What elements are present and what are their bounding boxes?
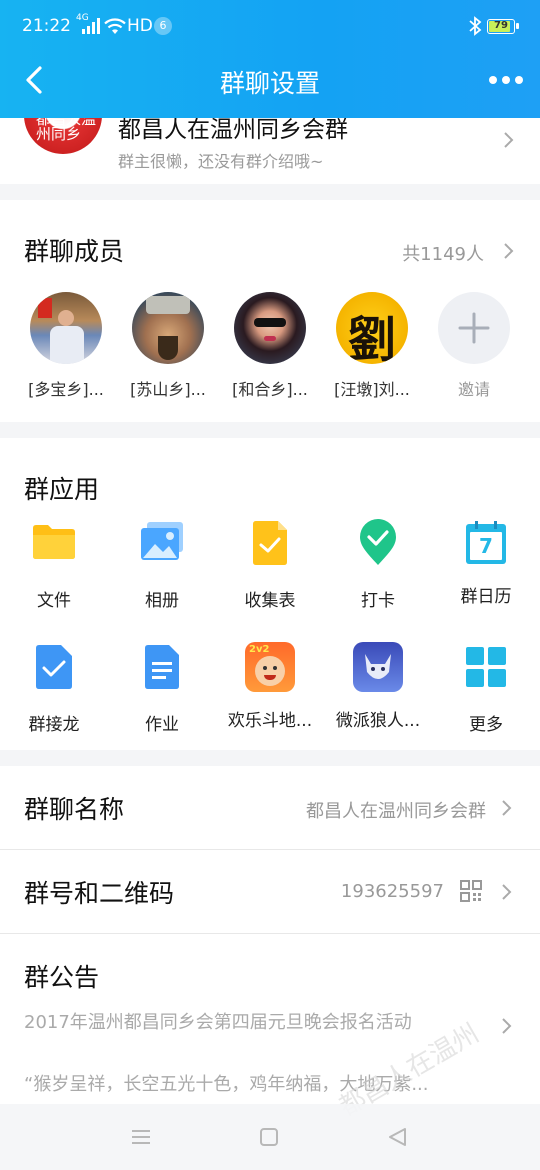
plus-icon bbox=[458, 312, 490, 344]
app-label: 文件 bbox=[37, 591, 71, 611]
members-section: 群聊成员 共1149人 [多宝乡]... [苏山乡]... [和合乡]... 劉… bbox=[0, 200, 540, 422]
member-name: [多宝乡]... bbox=[28, 380, 104, 399]
hd-indicator: HD bbox=[127, 16, 153, 36]
member-avatar bbox=[30, 292, 102, 364]
app-label: 更多 bbox=[469, 715, 503, 735]
group-name: 都昌人在温州同乡会群 bbox=[118, 118, 348, 143]
member-count[interactable]: 共1149人 bbox=[402, 240, 484, 266]
battery-level: 79 bbox=[494, 20, 508, 31]
member-item[interactable]: [苏山乡]... bbox=[118, 292, 218, 400]
group-id-row[interactable]: 群号和二维码 193625597 bbox=[0, 850, 540, 934]
app-calendar[interactable]: 7 群日历 bbox=[432, 518, 540, 607]
system-nav-bar bbox=[0, 1104, 540, 1170]
folder-icon bbox=[33, 525, 75, 559]
calendar-day: 7 bbox=[479, 534, 493, 558]
app-label: 群接龙 bbox=[28, 715, 80, 735]
member-item[interactable]: [多宝乡]... bbox=[16, 292, 116, 400]
wifi-icon bbox=[104, 18, 126, 34]
group-id-label: 群号和二维码 bbox=[24, 879, 175, 908]
group-info-card[interactable]: 都昌人温州同乡 都昌人在温州同乡会群 群主很懒，还没有群介绍哦~ bbox=[0, 118, 540, 184]
members-title: 群聊成员 bbox=[24, 237, 125, 266]
group-avatar-text: 都昌人温州同乡 bbox=[36, 118, 97, 143]
app-label: 作业 bbox=[145, 715, 179, 735]
game-doudizhu-icon: 2v2 bbox=[245, 642, 295, 692]
app-label: 相册 bbox=[145, 591, 179, 611]
back-nav-icon[interactable] bbox=[386, 1126, 408, 1148]
status-time: 21:22 bbox=[22, 16, 71, 36]
status-bar: 21:22 4G HD 6 79 bbox=[0, 0, 540, 52]
member-avatar-glyph: 劉 bbox=[347, 312, 396, 364]
game-werewolf-icon bbox=[353, 642, 403, 692]
homework-icon bbox=[145, 645, 179, 689]
app-header: 21:22 4G HD 6 79 群聊设置 bbox=[0, 0, 540, 118]
member-avatar: 劉 bbox=[336, 292, 408, 364]
chevron-right-icon[interactable] bbox=[502, 241, 516, 261]
invite-button[interactable]: 邀请 bbox=[424, 292, 524, 400]
group-name-row[interactable]: 群聊名称 都昌人在温州同乡会群 bbox=[0, 766, 540, 850]
member-avatar bbox=[132, 292, 204, 364]
member-name: [和合乡]... bbox=[232, 380, 308, 399]
member-avatar bbox=[234, 292, 306, 364]
notification-badge: 6 bbox=[154, 17, 172, 35]
battery-icon: 79 bbox=[487, 19, 519, 34]
photo-album-icon bbox=[141, 522, 183, 560]
member-item[interactable]: [和合乡]... bbox=[220, 292, 320, 400]
member-name: [汪墩]刘... bbox=[334, 380, 410, 399]
apps-title: 群应用 bbox=[24, 475, 100, 504]
app-label: 欢乐斗地... bbox=[227, 711, 313, 731]
member-name: [苏山乡]... bbox=[130, 380, 206, 399]
invite-avatar bbox=[438, 292, 510, 364]
chevron-right-icon bbox=[502, 800, 512, 816]
app-homework[interactable]: 作业 bbox=[108, 642, 216, 735]
group-name-value: 都昌人在温州同乡会群 bbox=[306, 801, 486, 822]
home-icon[interactable] bbox=[259, 1127, 279, 1147]
notice-label: 群公告 bbox=[24, 963, 100, 992]
bluetooth-icon bbox=[469, 16, 482, 36]
collection-form-icon bbox=[253, 521, 287, 565]
app-game-werewolf[interactable]: 微派狼人... bbox=[324, 642, 432, 731]
group-apps-section: 群应用 文件 相册 收集表 打卡 7 群日历 群接龙 作业 2v2 欢乐斗地..… bbox=[0, 438, 540, 750]
chevron-right-icon bbox=[504, 132, 514, 148]
game-badge: 2v2 bbox=[249, 644, 270, 655]
app-label: 收集表 bbox=[244, 591, 296, 611]
chevron-right-icon bbox=[502, 884, 512, 900]
app-game-doudizhu[interactable]: 2v2 欢乐斗地... bbox=[216, 642, 324, 731]
app-label: 微派狼人... bbox=[335, 711, 421, 731]
signal-icon bbox=[82, 18, 100, 34]
group-id-value: 193625597 bbox=[340, 881, 444, 902]
checkin-icon bbox=[360, 519, 396, 565]
relay-icon bbox=[36, 645, 72, 689]
menu-icon[interactable] bbox=[130, 1128, 152, 1146]
app-album[interactable]: 相册 bbox=[108, 518, 216, 611]
app-relay[interactable]: 群接龙 bbox=[0, 642, 108, 735]
chevron-right-icon bbox=[502, 1018, 512, 1034]
app-checkin[interactable]: 打卡 bbox=[324, 518, 432, 611]
member-item[interactable]: 劉 [汪墩]刘... bbox=[322, 292, 422, 400]
app-files[interactable]: 文件 bbox=[0, 518, 108, 611]
group-name-label: 群聊名称 bbox=[24, 795, 125, 824]
app-label: 打卡 bbox=[361, 591, 395, 611]
app-label: 群日历 bbox=[460, 587, 512, 607]
group-avatar: 都昌人温州同乡 bbox=[24, 118, 102, 154]
more-apps-icon bbox=[466, 647, 506, 687]
app-collection-form[interactable]: 收集表 bbox=[216, 518, 324, 611]
qr-code-icon bbox=[460, 880, 482, 902]
invite-label: 邀请 bbox=[457, 380, 490, 399]
more-options-button[interactable] bbox=[486, 66, 526, 94]
group-description: 群主很懒，还没有群介绍哦~ bbox=[118, 152, 324, 171]
calendar-icon: 7 bbox=[461, 518, 511, 568]
page-title: 群聊设置 bbox=[219, 69, 320, 98]
app-more[interactable]: 更多 bbox=[432, 642, 540, 735]
notice-title: 2017年温州都昌同乡会第四届元旦晚会报名活动 bbox=[24, 1012, 412, 1033]
